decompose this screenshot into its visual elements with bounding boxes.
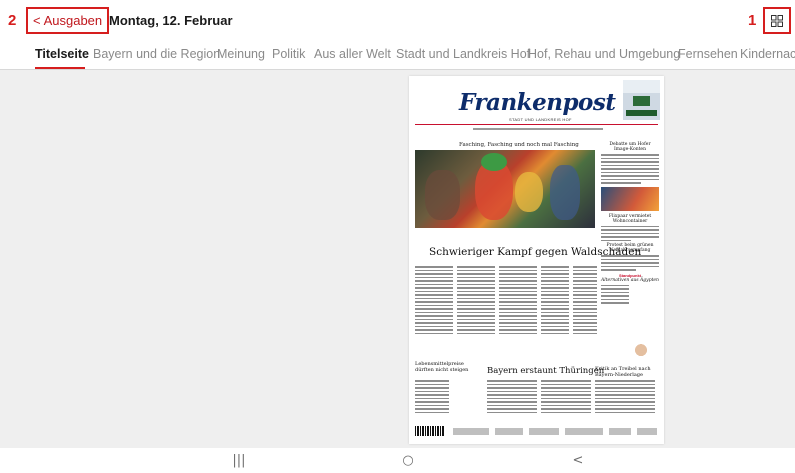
page-footer xyxy=(415,426,658,438)
bottom-text-col-1 xyxy=(415,380,449,415)
tab-bayern-region[interactable]: Bayern und die Region xyxy=(93,47,220,61)
issue-date: Montag, 12. Februar xyxy=(109,13,233,28)
side-photo xyxy=(601,186,659,211)
lead-photo xyxy=(415,150,595,228)
editions-back-label: Ausgaben xyxy=(43,13,103,28)
recents-icon[interactable]: ||| xyxy=(219,450,259,470)
tab-fernsehen[interactable]: Fernsehen xyxy=(678,47,738,61)
side-headline-2: Flixpaar vermietet Wohncontainer xyxy=(608,213,652,224)
back-icon[interactable]: < xyxy=(558,450,598,470)
bottom-text-col-4 xyxy=(595,380,655,415)
article-text-col-3 xyxy=(499,266,537,336)
tab-titelseite[interactable]: Titelseite xyxy=(35,47,89,61)
bottom-left-headline: Lebensmittelpreise dürften nicht steigen xyxy=(415,361,469,373)
grid-view-button[interactable] xyxy=(763,7,791,34)
top-bar: 2 < Ausgaben Montag, 12. Februar 1 xyxy=(0,0,795,42)
article-text-col-5 xyxy=(573,266,597,336)
masthead: Frankenpost xyxy=(459,89,616,116)
app-root: 2 < Ausgaben Montag, 12. Februar 1 Titel… xyxy=(0,0,795,473)
editions-back-button[interactable]: < Ausgaben xyxy=(26,7,110,34)
photo-headline: Fasching, Fasching und noch mal Fasching xyxy=(459,142,579,148)
side-column: Debatte um Hofer Image-Konten Flixpaar v… xyxy=(601,142,659,306)
bottom-text-col-3 xyxy=(541,380,591,415)
bottom-right-headline: Kritik an Treibel nach Bayern-Niederlage xyxy=(595,366,651,378)
article-text-col-4 xyxy=(541,266,569,336)
masthead-subtitle: STADT UND LANDKREIS HOF xyxy=(509,117,572,122)
masthead-rule xyxy=(415,124,658,125)
chevron-left-icon: < xyxy=(33,13,41,28)
system-nav-bar: ||| ○ < xyxy=(0,448,795,473)
author-portrait xyxy=(631,341,651,367)
article-text-col-1 xyxy=(415,266,453,336)
tab-meinung[interactable]: Meinung xyxy=(217,47,265,61)
active-tab-indicator xyxy=(35,67,85,69)
bottom-text-col-2 xyxy=(487,380,537,415)
annotation-marker-1: 1 xyxy=(748,12,757,29)
newspaper-front-page[interactable]: Frankenpost STADT UND LANDKREIS HOF Fasc… xyxy=(409,76,664,444)
annotation-marker-2: 2 xyxy=(8,12,17,29)
grid-view-icon xyxy=(771,14,783,27)
tab-aus-aller-welt[interactable]: Aus aller Welt xyxy=(314,47,391,61)
side-headline-1: Debatte um Hofer Image-Konten xyxy=(609,142,651,152)
corner-advert xyxy=(623,80,660,120)
dateline xyxy=(473,128,603,130)
barcode xyxy=(415,426,445,436)
tab-politik[interactable]: Politik xyxy=(272,47,305,61)
tab-stadt-landkreis-hof[interactable]: Stadt und Landkreis Hof xyxy=(396,47,530,61)
page-viewer: Frankenpost STADT UND LANDKREIS HOF Fasc… xyxy=(0,70,795,448)
article-text-col-2 xyxy=(457,266,495,336)
tab-hof-rehau[interactable]: Hof, Rehau und Umgebung xyxy=(528,47,680,61)
home-icon[interactable]: ○ xyxy=(388,450,428,470)
bottom-center-headline: Bayern erstaunt Thüringen xyxy=(487,366,605,376)
side-headline-5: Alternativen aus Ägypten xyxy=(601,277,659,283)
main-headline: Schwieriger Kampf gegen Waldschäden xyxy=(429,246,642,258)
section-tabs: Titelseite Bayern und die Region Meinung… xyxy=(0,42,795,70)
tab-kindernachrichten[interactable]: Kindernachrichten xyxy=(740,47,795,61)
